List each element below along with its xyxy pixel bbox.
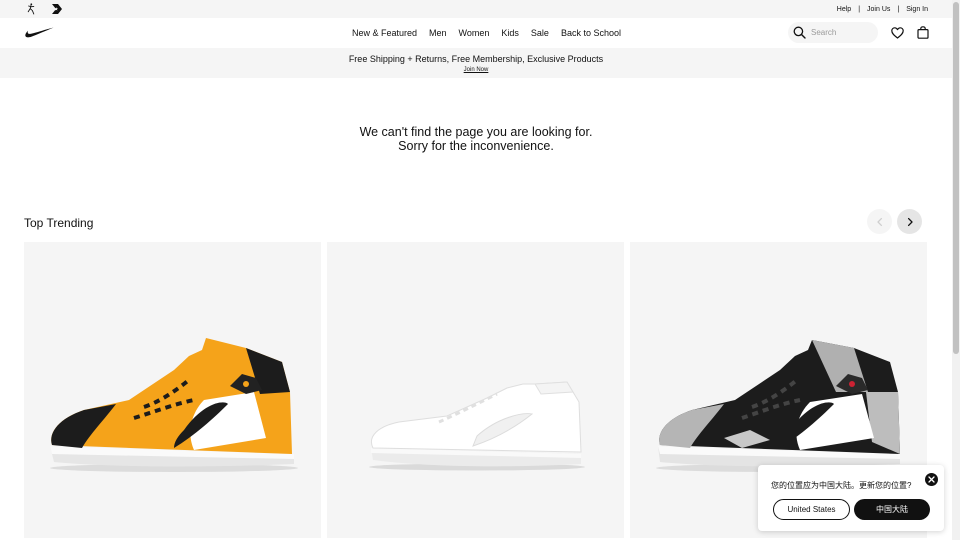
promo-message: Free Shipping + Returns, Free Membership… [348,53,604,64]
search-input[interactable] [811,28,873,37]
main-nav: New & Featured Men Women Kids Sale Back … [0,18,952,48]
error-line-secondary: Sorry for the inconvenience. [398,139,554,153]
separator: | [858,5,861,13]
heart-icon[interactable] [890,26,904,40]
china-mainland-button[interactable]: 中国大陆 [854,499,930,520]
page: Help | Join Us | Sign In New & Featured … [0,0,952,540]
utility-links: Help | Join Us | Sign In [837,6,928,13]
menu-item-men[interactable]: Men [429,28,447,38]
united-states-button[interactable]: United States [773,499,850,520]
section-title: Top Trending [24,216,94,230]
product-card[interactable] [327,242,624,538]
top-trending-header: Top Trending [0,209,952,235]
search-box[interactable] [788,22,878,43]
carousel-prev-button[interactable] [867,209,892,234]
menu-item-kids[interactable]: Kids [501,28,519,38]
join-now-link[interactable]: Join Now [464,67,489,73]
chevron-right-icon [907,217,913,226]
menu-item-women[interactable]: Women [459,28,490,38]
location-question: 您的位置应为中国大陆。更新您的位置? [771,481,912,490]
chevron-left-icon [876,217,882,226]
location-popup: 您的位置应为中国大陆。更新您的位置? United States 中国大陆 [758,465,944,531]
converse-star-chevron-icon[interactable] [50,2,64,16]
page-scrollbar[interactable] [952,0,960,540]
primary-menu: New & Featured Men Women Kids Sale Back … [352,18,621,48]
nike-swoosh-logo[interactable] [24,27,54,39]
brand-links [24,2,64,16]
scrollbar-thumb[interactable] [953,2,959,354]
join-us-link[interactable]: Join Us [867,6,890,13]
yellow-black-white-mid-sneaker [50,338,298,472]
bag-icon[interactable] [916,26,930,40]
error-message: We can't find the page you are looking f… [0,125,952,153]
search-icon[interactable] [792,26,806,40]
jordan-jumpman-icon[interactable] [24,2,38,16]
error-line-primary: We can't find the page you are looking f… [359,125,593,139]
product-card[interactable] [24,242,321,538]
utility-bar: Help | Join Us | Sign In [0,0,952,18]
close-icon[interactable] [925,473,938,486]
separator: | [897,5,900,13]
nav-actions [788,22,930,43]
carousel-controls [867,209,922,234]
help-link[interactable]: Help [837,6,851,13]
promo-banner: Free Shipping + Returns, Free Membership… [0,48,952,78]
menu-item-sale[interactable]: Sale [531,28,549,38]
sign-in-link[interactable]: Sign In [906,6,928,13]
menu-item-new-featured[interactable]: New & Featured [352,28,417,38]
all-white-low-sneaker [369,381,585,471]
menu-item-back-to-school[interactable]: Back to School [561,28,621,38]
carousel-next-button[interactable] [897,209,922,234]
